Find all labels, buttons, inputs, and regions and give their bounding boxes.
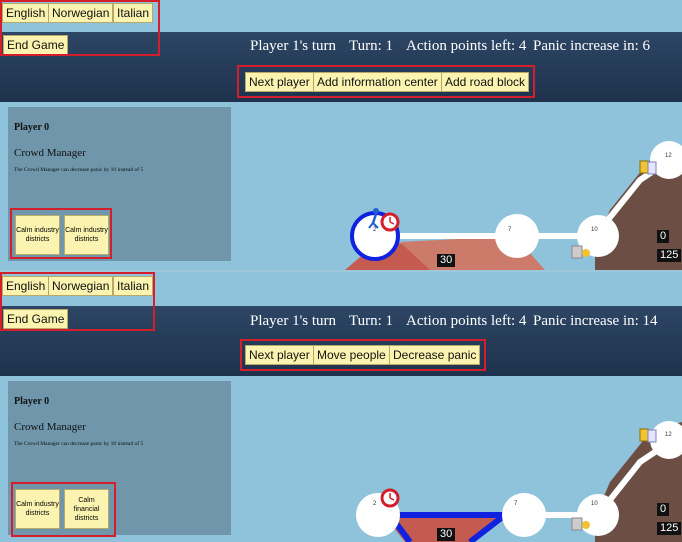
node-label: 10 (591, 227, 598, 233)
map-node[interactable] (502, 493, 546, 537)
panic-count: 0 (657, 230, 670, 243)
map-node[interactable] (495, 214, 539, 258)
people-count: 30 (437, 254, 456, 267)
node-label: 2 (373, 227, 377, 233)
node-label: 7 (514, 501, 518, 507)
road-block-icon (639, 428, 657, 443)
map-node[interactable] (577, 494, 619, 536)
people-count: 30 (437, 528, 456, 541)
node-label: 7 (508, 227, 512, 233)
city-map (345, 141, 682, 270)
clock-icon (380, 212, 400, 232)
node-label: 10 (591, 501, 598, 507)
city-map (356, 421, 682, 542)
clock-icon (380, 488, 400, 508)
game-screen-2: English Norwegian Italian End Game Playe… (0, 272, 682, 542)
people-count: 125 (657, 522, 682, 535)
people-count: 125 (657, 249, 682, 262)
game-screen-1: English Norwegian Italian End Game Playe… (0, 0, 682, 270)
road-block-icon (639, 160, 657, 175)
node-label: 12 (665, 153, 672, 159)
panic-count: 0 (657, 503, 670, 516)
node-label: 12 (665, 432, 672, 438)
node-label: 2 (373, 501, 377, 507)
